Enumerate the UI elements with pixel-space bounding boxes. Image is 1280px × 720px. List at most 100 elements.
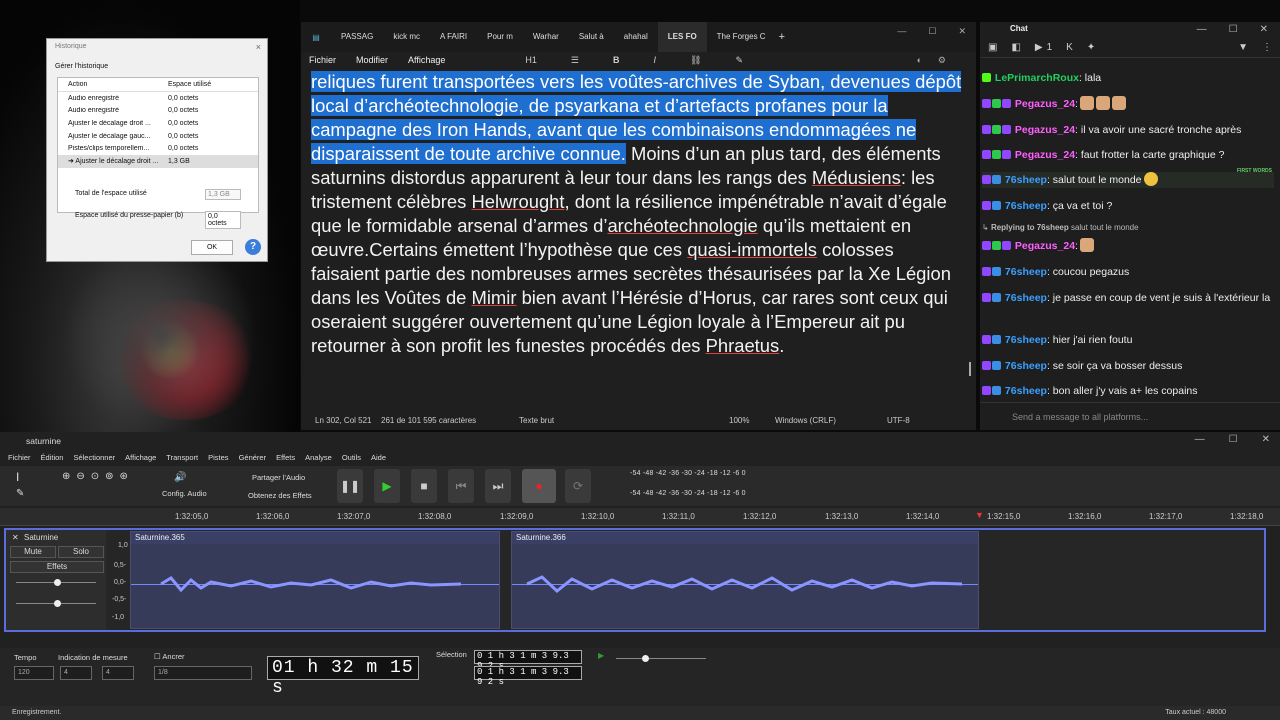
tab[interactable]: Salut à xyxy=(569,22,614,52)
stop-button[interactable]: ■ xyxy=(411,469,437,503)
clip-name[interactable]: Saturnine.366 xyxy=(512,532,978,544)
table-row[interactable]: Ajuster le décalage droit ... 0,0 octets xyxy=(58,117,258,130)
close-icon[interactable]: × xyxy=(256,42,261,52)
menu-view[interactable]: Affichage xyxy=(408,55,445,65)
play-at-speed-icon[interactable]: ▶ xyxy=(598,651,604,660)
document-body[interactable]: reliques furent transportées vers les vo… xyxy=(311,70,967,358)
zoom-icons[interactable]: ⊕⊖⊙⊚⊛ xyxy=(62,471,134,482)
audio-setup-icon[interactable]: 🔊 xyxy=(174,472,186,483)
filter-icon[interactable]: ▼ xyxy=(1238,42,1248,53)
menu-item[interactable]: Outils xyxy=(342,453,361,462)
menu-item[interactable]: Analyse xyxy=(305,453,332,462)
record-meter[interactable]: -54 -48 -42 -36 -30 -24 -18 -12 -6 0 xyxy=(630,470,746,477)
menu-item[interactable]: Effets xyxy=(276,453,295,462)
table-row-selected[interactable]: ➜ Ajuster le décalage droit ... 1,3 GB xyxy=(58,154,258,168)
new-tab-button[interactable]: + xyxy=(773,31,791,43)
chat-message[interactable]: Pegazus_24: xyxy=(982,238,1274,254)
menu-item[interactable]: Édition xyxy=(41,453,64,462)
tab[interactable]: Warhar xyxy=(523,22,569,52)
all-platforms-icon[interactable]: ▣ xyxy=(988,42,997,53)
maximize-icon[interactable]: ☐ xyxy=(1229,24,1238,35)
italic-icon[interactable]: I xyxy=(654,55,657,66)
chat-message[interactable]: 76sheep: se soir ça va bosser dessus xyxy=(982,358,1274,374)
table-row[interactable]: Audio enregistré 0,0 octets xyxy=(58,92,258,105)
chat-message[interactable]: 76sheep: ça va et toi ? xyxy=(982,198,1274,214)
chat-message[interactable]: LePrimarchRoux: lala xyxy=(982,70,1274,86)
tab[interactable]: The Forges C xyxy=(707,22,773,52)
chat-message[interactable]: 76sheep: salut tout le monde xyxy=(982,172,1274,188)
selection-tool-icon[interactable]: I xyxy=(16,470,19,484)
clip-name[interactable]: Saturnine.365 xyxy=(131,532,499,544)
menu-item[interactable]: Pistes xyxy=(208,453,228,462)
chat-message[interactable]: Pegazus_24: faut frotter la carte graphi… xyxy=(982,147,1274,163)
minimize-icon[interactable]: — xyxy=(897,26,906,37)
share-audio-button[interactable]: Partager l'Audio xyxy=(252,473,305,482)
effects-button[interactable]: Effets xyxy=(10,561,104,573)
youtube-icon[interactable]: ▶ xyxy=(1035,42,1043,53)
sparkle-icon[interactable]: ✦ xyxy=(1087,42,1095,53)
selection-start[interactable]: 0 1 h 3 1 m 3 9.3 9 2 s xyxy=(474,650,582,671)
pan-slider-thumb[interactable] xyxy=(54,600,61,607)
track-close-icon[interactable]: ✕ xyxy=(12,533,19,542)
menu-file[interactable]: Fichier xyxy=(309,55,336,65)
kick-icon[interactable]: K xyxy=(1066,42,1073,53)
audio-setup-button[interactable]: Config. Audio xyxy=(162,489,207,498)
selection-end[interactable]: 0 1 h 3 1 m 3 9.3 9 2 s xyxy=(474,666,582,687)
chat-input[interactable]: Send a message to all platforms... xyxy=(980,402,1280,430)
tab-active[interactable]: LES FO xyxy=(657,22,707,52)
minimize-icon[interactable]: — xyxy=(1197,24,1207,35)
ok-button[interactable]: OK xyxy=(191,240,233,255)
track-area[interactable]: ✕ Saturnine Mute Solo Effets 1,0 0,5- 0,… xyxy=(4,528,1266,632)
tab[interactable]: A FAIRI xyxy=(430,22,477,52)
loop-button[interactable]: ⟳ xyxy=(565,469,591,503)
tab[interactable]: ahahal xyxy=(614,22,658,52)
menu-item[interactable]: Transport xyxy=(166,453,198,462)
audio-clip[interactable]: Saturnine.366 xyxy=(511,531,979,629)
snap-checkbox[interactable]: ☐ Ancrer xyxy=(154,652,185,661)
skip-start-button[interactable]: ⏮ xyxy=(448,469,474,503)
scrollbar[interactable] xyxy=(969,362,971,376)
speed-slider-thumb[interactable] xyxy=(642,655,649,662)
menu-item[interactable]: Générer xyxy=(239,453,267,462)
tab[interactable]: kick mc xyxy=(383,22,430,52)
pause-button[interactable]: ❚❚ xyxy=(337,469,363,503)
gain-slider-thumb[interactable] xyxy=(54,579,61,586)
bold-icon[interactable]: B xyxy=(613,55,620,66)
table-row[interactable]: Audio enregistré 0,0 octets xyxy=(58,105,258,118)
link-icon[interactable]: ⛓ xyxy=(690,55,701,66)
track-name[interactable]: Saturnine xyxy=(24,533,58,542)
skip-end-button[interactable]: ⏭ xyxy=(485,469,511,503)
tab[interactable]: PASSAG xyxy=(331,22,383,52)
tempo-input[interactable]: 120 xyxy=(14,666,54,680)
close-icon[interactable]: ✕ xyxy=(1260,24,1268,35)
solo-button[interactable]: Solo xyxy=(58,546,104,558)
snap-dropdown[interactable]: 1/8 xyxy=(154,666,252,680)
speed-slider[interactable] xyxy=(616,658,706,659)
get-effects-button[interactable]: Obtenez des Effets xyxy=(248,491,312,500)
close-icon[interactable]: ✕ xyxy=(1262,434,1270,445)
minimize-icon[interactable]: — xyxy=(1195,434,1205,445)
timeline-ruler[interactable]: 1:32:05,0 1:32:06,0 1:32:07,0 1:32:08,0 … xyxy=(0,508,1280,526)
copilot-icon[interactable]: ◐ xyxy=(917,55,922,65)
list-icon[interactable]: ☰ xyxy=(571,55,579,66)
maximize-icon[interactable]: ☐ xyxy=(1229,434,1238,445)
chat-message[interactable]: 76sheep: je passe en coup de vent je sui… xyxy=(982,290,1274,306)
menu-item[interactable]: Affichage xyxy=(125,453,156,462)
menu-item[interactable]: Fichier xyxy=(8,453,31,462)
clear-format-icon[interactable]: ✎ xyxy=(735,55,743,66)
time-signature-top[interactable]: 4 xyxy=(60,666,92,680)
tab[interactable]: Pour m xyxy=(477,22,523,52)
record-button[interactable]: ● xyxy=(522,469,556,503)
help-icon[interactable]: ? xyxy=(245,239,261,255)
more-icon[interactable]: ⋮ xyxy=(1262,42,1272,53)
chat-message[interactable]: 76sheep: hier j'ai rien foutu xyxy=(982,332,1274,348)
menu-edit[interactable]: Modifier xyxy=(356,55,388,65)
chat-message[interactable]: Pegazus_24: xyxy=(982,96,1274,112)
time-signature-bottom[interactable]: 4 xyxy=(102,666,134,680)
chat-message[interactable]: Pegazus_24: il va avoir une sacré tronch… xyxy=(982,122,1274,138)
draw-tool-icon[interactable]: ✎ xyxy=(16,488,24,499)
mute-button[interactable]: Mute xyxy=(10,546,56,558)
chat-message[interactable]: 76sheep: coucou pegazus xyxy=(982,264,1274,280)
playback-meter[interactable]: -54 -48 -42 -36 -30 -24 -18 -12 -6 0 xyxy=(630,490,746,497)
twitch-icon[interactable]: ◧ xyxy=(1011,42,1020,53)
